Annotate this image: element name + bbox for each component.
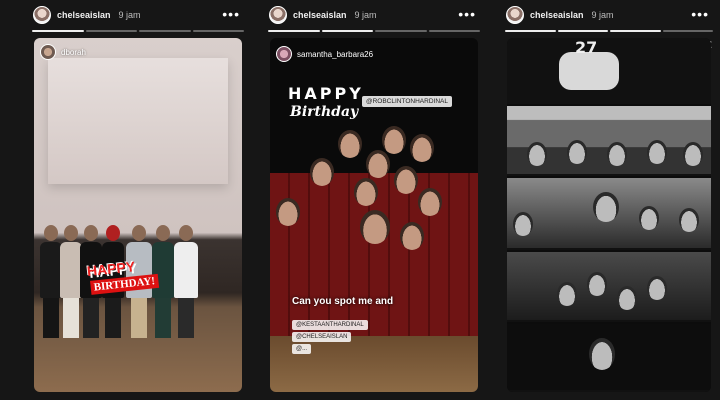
progress-segment	[557, 30, 608, 32]
person	[174, 225, 198, 338]
face	[593, 192, 619, 222]
progress-segment	[662, 30, 713, 32]
person	[60, 225, 82, 338]
progress-segment	[192, 30, 244, 32]
story-header: chelseaislan 9 jam •••	[266, 4, 482, 26]
progress-segment	[375, 30, 427, 32]
mask-face	[354, 178, 378, 206]
story-progress	[268, 30, 480, 32]
mask-face	[382, 126, 406, 154]
mask-face	[276, 198, 300, 226]
birthday-text: Birthday	[290, 104, 359, 120]
cake-number: 27	[575, 38, 598, 57]
collage-photo	[507, 178, 711, 250]
more-icon[interactable]: •••	[691, 6, 709, 22]
reposted-username: dborah	[61, 47, 86, 57]
face	[513, 212, 533, 236]
story-panel-3[interactable]: chelseaislan 9 jam ••• ✕ 27	[503, 0, 715, 400]
story-time: 9 jam	[354, 10, 377, 20]
mask-face	[366, 150, 390, 178]
story-media[interactable]: samantha_barbara26 HAPPY Birthday @ROBCL…	[270, 38, 478, 392]
story-progress	[32, 30, 244, 32]
face	[617, 286, 637, 310]
mask-face	[418, 188, 442, 216]
collage-photo: 27	[507, 38, 711, 104]
mention-tag[interactable]: @...	[292, 344, 312, 354]
story-panel-1[interactable]: chelseaislan 9 jam ••• dborah HAPPY BIRT…	[30, 0, 246, 400]
avatar[interactable]	[506, 6, 524, 24]
face	[683, 142, 703, 166]
more-icon[interactable]: •••	[458, 6, 476, 22]
progress-segment	[32, 30, 84, 32]
mask-face	[410, 134, 434, 162]
avatar	[276, 46, 292, 62]
face	[607, 142, 627, 166]
avatar[interactable]	[269, 6, 287, 24]
progress-segment	[268, 30, 320, 32]
face	[567, 140, 587, 164]
progress-segment	[505, 30, 556, 32]
progress-segment	[428, 30, 480, 32]
face	[587, 272, 607, 296]
collage-photo	[507, 252, 711, 322]
face	[557, 282, 577, 306]
story-media[interactable]: dborah HAPPY BIRTHDAY!	[34, 38, 242, 392]
mask-face	[400, 222, 424, 250]
person	[40, 225, 62, 338]
face	[679, 208, 699, 232]
mask-face	[394, 166, 418, 194]
cake: 27	[559, 38, 619, 90]
repost-tag[interactable]: dborah	[40, 44, 86, 60]
face	[527, 142, 547, 166]
story-time: 9 jam	[118, 10, 141, 20]
cinema-screen	[48, 58, 228, 184]
collage-photo	[507, 106, 711, 176]
progress-segment	[321, 30, 373, 32]
face	[647, 276, 667, 300]
mention-tag[interactable]: @CHELSEAISLAN	[292, 332, 352, 342]
mention-tag[interactable]: @KESTAANTHARDINAL	[292, 320, 368, 330]
story-media[interactable]: 27	[507, 38, 711, 392]
face	[647, 140, 667, 164]
mask-face	[360, 210, 390, 244]
story-progress	[505, 30, 713, 32]
reposted-username: samantha_barbara26	[297, 49, 374, 59]
story-header: chelseaislan 9 jam •••	[30, 4, 246, 26]
story-header: chelseaislan 9 jam •••	[503, 4, 715, 26]
mention-tag[interactable]: @ROBCLINTONHARDINAL	[362, 96, 452, 107]
happy-text: HAPPY	[288, 84, 364, 103]
avatar	[40, 44, 56, 60]
story-username[interactable]: chelseaislan	[293, 10, 347, 20]
story-panel-2[interactable]: chelseaislan 9 jam ••• samantha_barbara2…	[266, 0, 482, 400]
avatar[interactable]	[33, 6, 51, 24]
face	[589, 338, 615, 370]
mask-face	[338, 130, 362, 158]
story-time: 9 jam	[591, 10, 614, 20]
caption-text: Can you spot me and	[292, 296, 394, 307]
progress-segment	[610, 30, 661, 32]
repost-tag[interactable]: samantha_barbara26	[276, 46, 373, 62]
more-icon[interactable]: •••	[222, 6, 240, 22]
mask-face	[310, 158, 334, 186]
story-username[interactable]: chelseaislan	[57, 10, 111, 20]
birthday-sticker: HAPPY BIRTHDAY!	[82, 255, 159, 304]
story-username[interactable]: chelseaislan	[530, 10, 584, 20]
collage-photo	[507, 324, 711, 392]
progress-segment	[85, 30, 137, 32]
progress-segment	[139, 30, 191, 32]
face	[639, 206, 659, 230]
